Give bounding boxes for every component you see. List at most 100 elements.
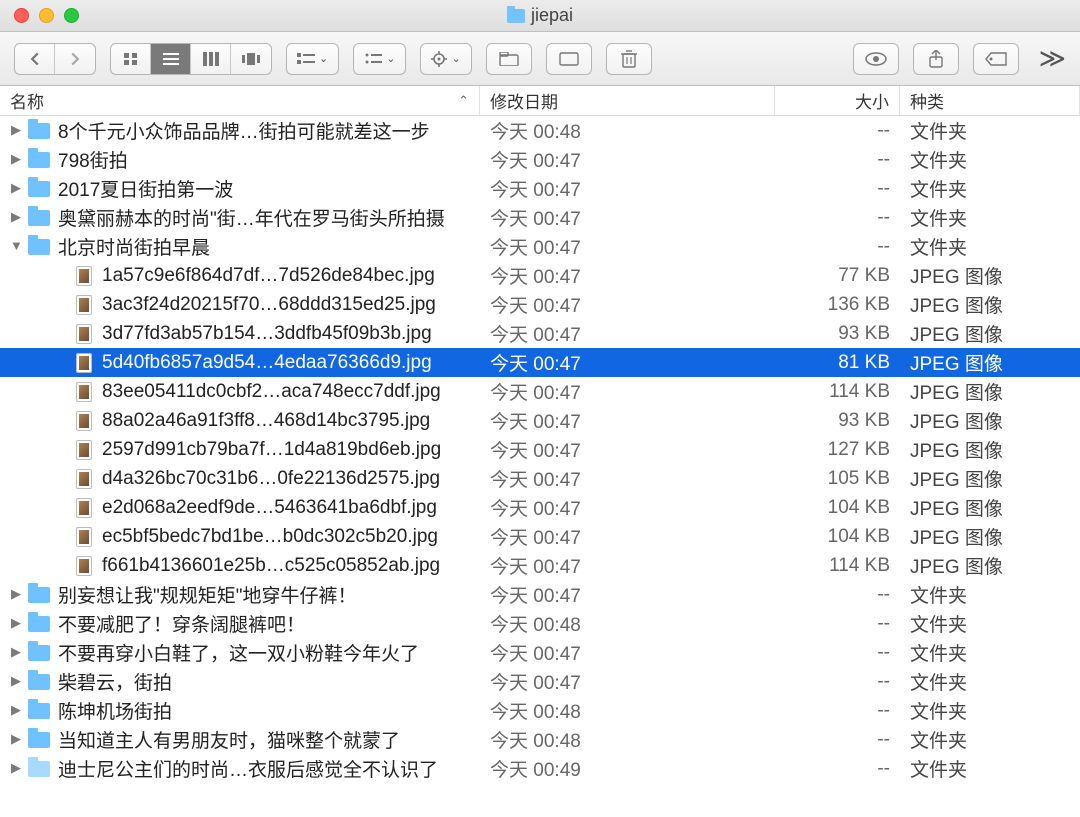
item-size: 114 KB (775, 381, 900, 403)
disclosure-triangle-icon[interactable]: ▶ (10, 209, 22, 225)
view-icon-button[interactable] (111, 44, 151, 74)
disclosure-triangle-icon[interactable]: ▶ (10, 673, 22, 689)
file-row[interactable]: f661b4136601e25b…c525c05852ab.jpg今天 00:4… (0, 551, 1080, 580)
folder-row[interactable]: ▶798街拍今天 00:47--文件夹 (0, 145, 1080, 174)
toolbar-overflow-button[interactable]: ≫ (1039, 43, 1066, 74)
folder-row[interactable]: ▶2017夏日街拍第一波今天 00:47--文件夹 (0, 174, 1080, 203)
view-list-button[interactable] (151, 44, 191, 74)
item-date: 今天 00:48 (480, 726, 775, 753)
disclosure-triangle-icon[interactable]: ▶ (10, 702, 22, 718)
item-date: 今天 00:47 (480, 465, 775, 492)
file-row[interactable]: d4a326bc70c31b6…0fe22136d2575.jpg今天 00:4… (0, 464, 1080, 493)
item-name: ec5bf5bedc7bd1be…b0dc302c5b20.jpg (102, 526, 438, 548)
folder-row[interactable]: ▼北京时尚街拍早晨今天 00:47--文件夹 (0, 232, 1080, 261)
item-kind: JPEG 图像 (900, 436, 1080, 463)
item-date: 今天 00:47 (480, 320, 775, 347)
file-row[interactable]: 3ac3f24d20215f70…68ddd315ed25.jpg今天 00:4… (0, 290, 1080, 319)
file-row[interactable]: 83ee05411dc0cbf2…aca748ecc7ddf.jpg今天 00:… (0, 377, 1080, 406)
column-headers: 名称 ⌃ 修改日期 大小 种类 (0, 86, 1080, 116)
item-kind: JPEG 图像 (900, 407, 1080, 434)
share-button[interactable] (913, 43, 959, 75)
disclosure-triangle-icon[interactable]: ▶ (10, 151, 22, 167)
folder-icon (28, 587, 50, 603)
file-row[interactable]: ec5bf5bedc7bd1be…b0dc302c5b20.jpg今天 00:4… (0, 522, 1080, 551)
item-size: 77 KB (775, 265, 900, 287)
item-kind: 文件夹 (900, 204, 1080, 231)
minimize-button[interactable] (39, 8, 54, 23)
item-name: 不要再穿小白鞋了，这一双小粉鞋今年火了 (58, 639, 419, 666)
open-button[interactable] (546, 43, 592, 75)
item-size: -- (775, 729, 900, 751)
action-menu[interactable]: ⌄ (420, 43, 471, 75)
item-size: -- (775, 758, 900, 780)
disclosure-triangle-icon[interactable]: ▶ (10, 615, 22, 631)
folder-row[interactable]: ▶迪士尼公主们的时尚…衣服后感觉全不认识了今天 00:49--文件夹 (0, 754, 1080, 783)
disclosure-triangle-icon[interactable]: ▶ (10, 180, 22, 196)
file-row[interactable]: 5d40fb6857a9d54…4edaa76366d9.jpg今天 00:47… (0, 348, 1080, 377)
trash-button[interactable] (606, 43, 652, 75)
view-gallery-button[interactable] (231, 44, 271, 74)
disclosure-triangle-icon[interactable]: ▼ (10, 238, 22, 253)
column-header-kind[interactable]: 种类 (900, 86, 1080, 115)
quicklook-button[interactable] (853, 43, 899, 75)
item-size: 114 KB (775, 555, 900, 577)
tags-button[interactable] (973, 43, 1019, 75)
folder-icon (507, 9, 525, 23)
item-kind: JPEG 图像 (900, 320, 1080, 347)
zoom-button[interactable] (64, 8, 79, 23)
item-size: -- (775, 178, 900, 200)
file-row[interactable]: e2d068a2eedf9de…5463641ba6dbf.jpg今天 00:4… (0, 493, 1080, 522)
item-date: 今天 00:47 (480, 552, 775, 579)
disclosure-triangle-icon[interactable]: ▶ (10, 586, 22, 602)
folder-row[interactable]: ▶不要减肥了！穿条阔腿裤吧！今天 00:48--文件夹 (0, 609, 1080, 638)
file-row[interactable]: 3d77fd3ab57b154…3ddfb45f09b3b.jpg 今天 00:4… (0, 319, 1080, 348)
jpeg-icon (76, 469, 92, 489)
item-date: 今天 00:47 (480, 349, 775, 376)
item-name: 柴碧云，街拍 (58, 668, 172, 695)
folder-row[interactable]: ▶奥黛丽赫本的时尚"街…年代在罗马街头所拍摄今天 00:47--文件夹 (0, 203, 1080, 232)
item-date: 今天 00:47 (480, 233, 775, 260)
arrange-menu[interactable]: ⌄ (353, 43, 406, 75)
file-row[interactable]: 88a02a46a91f3ff8…468d14bc3795.jpg今天 00:4… (0, 406, 1080, 435)
folder-icon (28, 210, 50, 226)
item-name: 3d77fd3ab57b154…3ddfb45f09b3b.jpg (102, 323, 432, 345)
disclosure-triangle-icon[interactable]: ▶ (10, 731, 22, 747)
folder-row[interactable]: ▶8个千元小众饰品品牌…街拍可能就差这一步今天 00:48--文件夹 (0, 116, 1080, 145)
item-size: -- (775, 149, 900, 171)
column-header-size[interactable]: 大小 (775, 86, 900, 115)
close-button[interactable] (14, 8, 29, 23)
item-kind: 文件夹 (900, 639, 1080, 666)
view-column-button[interactable] (191, 44, 231, 74)
folder-row[interactable]: ▶柴碧云，街拍今天 00:47--文件夹 (0, 667, 1080, 696)
folder-row[interactable]: ▶陈坤机场街拍今天 00:48--文件夹 (0, 696, 1080, 725)
disclosure-triangle-icon[interactable]: ▶ (10, 760, 22, 776)
disclosure-triangle-icon[interactable]: ▶ (10, 644, 22, 660)
folder-row[interactable]: ▶别妄想让我"规规矩矩"地穿牛仔裤！今天 00:47--文件夹 (0, 580, 1080, 609)
item-date: 今天 00:47 (480, 175, 775, 202)
item-date: 今天 00:47 (480, 204, 775, 231)
item-size: 93 KB (775, 410, 900, 432)
column-header-date[interactable]: 修改日期 (480, 86, 775, 115)
column-header-name[interactable]: 名称 ⌃ (0, 86, 480, 115)
file-row[interactable]: 1a57c9e6f864d7df…7d526de84bec.jpg今天 00:4… (0, 261, 1080, 290)
item-kind: 文件夹 (900, 755, 1080, 782)
view-mode-group (110, 43, 272, 75)
new-folder-button[interactable] (486, 43, 532, 75)
folder-icon (28, 674, 50, 690)
forward-button[interactable] (55, 44, 95, 74)
jpeg-icon (76, 353, 92, 373)
folder-row[interactable]: ▶不要再穿小白鞋了，这一双小粉鞋今年火了今天 00:47--文件夹 (0, 638, 1080, 667)
file-row[interactable]: 2597d991cb79ba7f…1d4a819bd6eb.jpg今天 00:4… (0, 435, 1080, 464)
jpeg-icon (76, 527, 92, 547)
item-name: 88a02a46a91f3ff8…468d14bc3795.jpg (102, 410, 430, 432)
back-button[interactable] (15, 44, 55, 74)
item-date: 今天 00:49 (480, 755, 775, 782)
group-by-menu[interactable]: ⌄ (286, 43, 339, 75)
disclosure-triangle-icon[interactable]: ▶ (10, 122, 22, 138)
item-kind: 文件夹 (900, 581, 1080, 608)
folder-row[interactable]: ▶当知道主人有男朋友时，猫咪整个就蒙了今天 00:48--文件夹 (0, 725, 1080, 754)
file-list[interactable]: ▶8个千元小众饰品品牌…街拍可能就差这一步今天 00:48--文件夹▶798街拍… (0, 116, 1080, 817)
item-size: 136 KB (775, 294, 900, 316)
window-controls (14, 8, 79, 23)
item-name: 3ac3f24d20215f70…68ddd315ed25.jpg (102, 294, 436, 316)
